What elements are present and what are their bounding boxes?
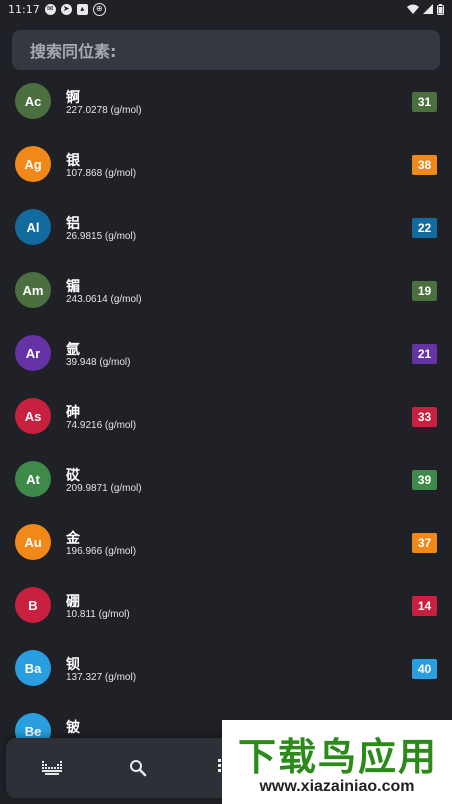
isotope-count-badge: 22 (412, 218, 437, 238)
telegram-icon: ➤ (60, 3, 72, 15)
isotope-count-badge: 33 (412, 407, 437, 427)
clock: 11:17 (8, 2, 40, 16)
element-mass: 26.9815 (g/mol) (66, 231, 137, 242)
element-row[interactable]: Am 镅 243.0614 (g/mol) 19 (0, 259, 452, 321)
isotope-count-badge: 39 (412, 470, 437, 490)
element-symbol-avatar: As (15, 398, 51, 434)
isotope-count-badge: 37 (412, 533, 437, 553)
element-symbol-avatar: Am (15, 272, 51, 308)
element-mass: 107.868 (g/mol) (66, 168, 137, 179)
isotope-count-badge: 31 (412, 92, 437, 112)
element-row[interactable]: B 硼 10.811 (g/mol) 14 (0, 574, 452, 636)
element-name: 镅 (66, 279, 80, 295)
element-name: 银 (66, 153, 80, 169)
messages-icon: ✉ (44, 3, 56, 15)
element-symbol-avatar: Au (15, 524, 51, 560)
element-mass: 74.9216 (g/mol) (66, 420, 137, 431)
element-mass: 227.0278 (g/mol) (66, 105, 142, 116)
element-row[interactable]: Ag 银 107.868 (g/mol) 38 (0, 133, 452, 195)
nav-periodic-table-button[interactable] (40, 756, 64, 780)
watermark: 下载鸟应用 www.xiazainiao.com (222, 720, 452, 804)
signal-icon (423, 4, 433, 14)
isotope-count-badge: 19 (412, 281, 437, 301)
element-mass: 39.948 (g/mol) (66, 357, 131, 368)
element-name: 氩 (66, 342, 80, 358)
battery-icon (437, 3, 444, 15)
element-row[interactable]: As 砷 74.9216 (g/mol) 33 (0, 385, 452, 447)
element-row[interactable]: Ba 钡 137.327 (g/mol) 40 (0, 637, 452, 699)
status-bar: 11:17 ✉ ➤ ▴ ⊕ (0, 0, 452, 18)
periodic-table-icon (42, 761, 62, 775)
element-symbol-avatar: At (15, 461, 51, 497)
nav-search-button[interactable] (126, 756, 150, 780)
isotope-count-badge: 40 (412, 659, 437, 679)
element-name: 金 (66, 531, 80, 547)
vpn-icon: ⊕ (92, 2, 106, 16)
element-name: 砹 (66, 468, 80, 484)
element-symbol-avatar: Al (15, 209, 51, 245)
element-name: 硼 (66, 594, 80, 610)
watermark-url: www.xiazainiao.com (259, 778, 415, 795)
isotope-count-badge: 21 (412, 344, 437, 364)
element-name: 钡 (66, 657, 80, 673)
element-name: 砷 (66, 405, 80, 421)
status-left: 11:17 ✉ ➤ ▴ ⊕ (8, 2, 106, 16)
element-mass: 10.811 (g/mol) (66, 609, 130, 620)
search-icon (130, 760, 147, 777)
element-name: 铍 (66, 720, 80, 736)
isotope-count-badge: 38 (412, 155, 437, 175)
element-row[interactable]: Ar 氩 39.948 (g/mol) 21 (0, 322, 452, 384)
element-symbol-avatar: Ag (15, 146, 51, 182)
element-symbol-avatar: Ar (15, 335, 51, 371)
element-symbol-avatar: B (15, 587, 51, 623)
element-row[interactable]: Au 金 196.966 (g/mol) 37 (0, 511, 452, 573)
element-name: 铝 (66, 216, 80, 232)
watermark-title: 下载鸟应用 (237, 735, 438, 779)
element-row[interactable]: Ac 锕 227.0278 (g/mol) 31 (0, 70, 452, 132)
element-mass: 196.966 (g/mol) (66, 546, 137, 557)
element-mass: 243.0614 (g/mol) (66, 294, 142, 305)
element-mass: 137.327 (g/mol) (66, 672, 137, 683)
wifi-icon (407, 4, 419, 14)
element-row[interactable]: Al 铝 26.9815 (g/mol) 22 (0, 196, 452, 258)
element-symbol-avatar: Ac (15, 83, 51, 119)
element-mass: 209.9871 (g/mol) (66, 483, 142, 494)
search-placeholder: 搜索同位素: (30, 42, 117, 61)
search-input[interactable]: 搜索同位素: (12, 30, 440, 70)
isotope-count-badge: 14 (412, 596, 437, 616)
cat-icon: ▴ (76, 3, 88, 15)
element-symbol-avatar: Ba (15, 650, 51, 686)
element-name: 锕 (66, 90, 80, 106)
status-right (407, 3, 444, 15)
element-row[interactable]: At 砹 209.9871 (g/mol) 39 (0, 448, 452, 510)
